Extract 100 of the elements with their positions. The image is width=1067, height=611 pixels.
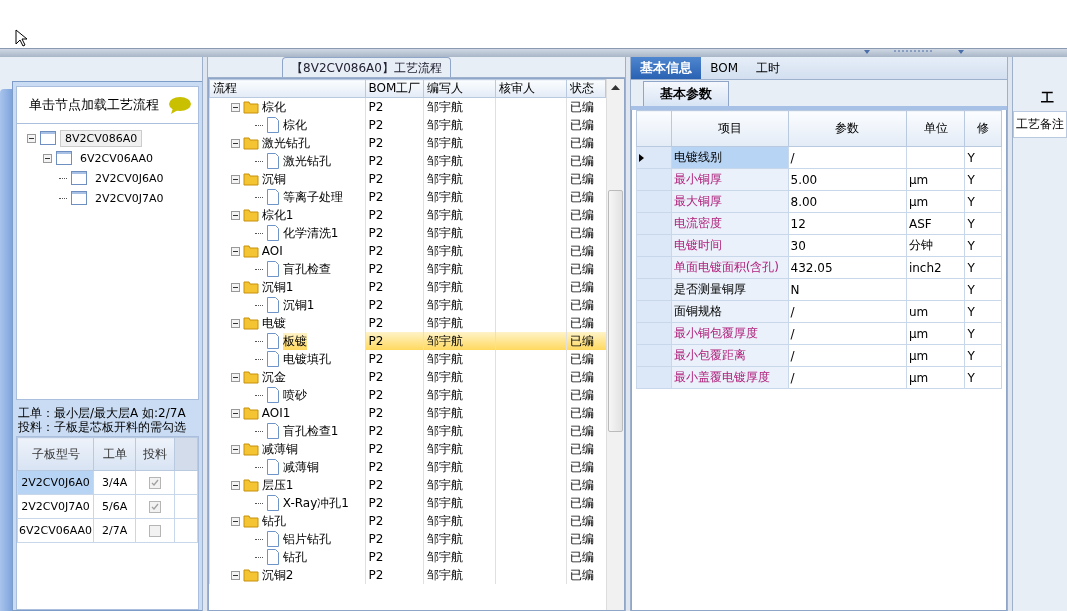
collapse-icon[interactable]	[230, 516, 240, 526]
checkbox[interactable]	[149, 501, 161, 513]
process-step[interactable]: 棕化	[282, 116, 307, 134]
table-cell: 已编	[566, 386, 606, 404]
column-header[interactable]: 单位	[906, 110, 965, 147]
process-step[interactable]: 钻孔	[261, 512, 286, 530]
table-cell: /	[788, 366, 907, 389]
table-cell: P2	[365, 440, 424, 458]
table-cell: μm	[906, 190, 965, 213]
process-step[interactable]: 沉铜1	[282, 296, 315, 314]
process-step[interactable]: 盲孔检查1	[282, 422, 339, 440]
table-cell: 邹宇航	[423, 350, 496, 368]
process-step[interactable]: 钻孔	[282, 548, 307, 566]
table-cell: μm	[906, 168, 965, 191]
table-cell: 2/7A	[93, 518, 136, 543]
checkbox[interactable]	[149, 477, 161, 489]
process-step[interactable]: 激光钻孔	[261, 134, 310, 152]
collapse-icon[interactable]	[230, 372, 240, 382]
document-icon	[265, 531, 280, 547]
process-step[interactable]: 层压1	[261, 476, 294, 494]
table-cell: Y	[964, 190, 1002, 213]
process-step[interactable]: 等离子处理	[282, 188, 343, 206]
tab[interactable]: 基本信息	[631, 57, 702, 79]
checkbox[interactable]	[149, 525, 161, 537]
table-cell: P2	[365, 242, 424, 260]
table-cell: P2	[365, 368, 424, 386]
column-header[interactable]: 修	[964, 110, 1002, 147]
subtab[interactable]: 基本参数	[643, 81, 730, 106]
process-step[interactable]: 铝片钻孔	[282, 530, 331, 548]
process-step[interactable]: 电镀	[261, 314, 286, 332]
table-cell[interactable]: 2V2CV0J6A0	[17, 470, 94, 495]
table-cell: /	[788, 344, 907, 367]
tab[interactable]: 工	[1041, 89, 1054, 107]
process-step[interactable]: 激光钻孔	[282, 152, 331, 170]
collapse-icon[interactable]	[230, 318, 240, 328]
column-header[interactable]: 编写人	[423, 79, 496, 98]
scrollbar[interactable]	[606, 79, 625, 610]
collapse-icon[interactable]	[230, 102, 240, 112]
tab[interactable]: BOM	[701, 57, 748, 79]
process-step[interactable]: 减薄铜	[261, 440, 298, 458]
collapse-icon[interactable]	[230, 570, 240, 580]
collapse-icon[interactable]	[230, 282, 240, 292]
item-label: 单面电镀面积(含孔)	[673, 260, 780, 274]
collapse-icon[interactable]	[230, 444, 240, 454]
table-cell: inch2	[906, 256, 965, 279]
process-step[interactable]: AOI	[261, 244, 283, 258]
process-step[interactable]: 棕化	[261, 98, 286, 116]
column-header[interactable]: 项目	[671, 110, 789, 147]
process-step[interactable]: 减薄铜	[282, 458, 319, 476]
table-cell	[906, 278, 965, 301]
collapse-icon[interactable]	[230, 246, 240, 256]
collapse-icon[interactable]	[230, 408, 240, 418]
table-cell: P2	[365, 566, 424, 584]
folder-icon	[242, 514, 259, 528]
document-icon	[265, 261, 280, 277]
table-cell: 邹宇航	[423, 530, 496, 548]
process-step[interactable]: 沉铜1	[261, 278, 294, 296]
table-cell: 邹宇航	[423, 512, 496, 530]
process-step[interactable]: 沉铜2	[261, 566, 294, 584]
tab[interactable]: 工时	[747, 57, 790, 79]
column-header[interactable]: 子板型号	[17, 437, 94, 471]
column-header[interactable]: 核审人	[495, 79, 567, 98]
scroll-up-icon[interactable]	[611, 84, 621, 90]
speech-bubble-icon	[167, 96, 192, 114]
table-cell[interactable]: 2V2CV0J7A0	[17, 494, 94, 519]
table-cell: 已编	[566, 206, 606, 224]
process-step[interactable]: 棕化1	[261, 206, 294, 224]
table-cell[interactable]: 6V2CV06AA0	[17, 518, 94, 543]
tree-node[interactable]: 2V2CV0J7A0	[91, 190, 168, 206]
document-icon	[265, 189, 280, 205]
collapse-icon[interactable]	[230, 210, 240, 220]
process-step[interactable]: 电镀填孔	[282, 350, 331, 368]
process-step[interactable]: 沉金	[261, 368, 286, 386]
process-step[interactable]: AOI1	[261, 406, 291, 420]
tree-node[interactable]: 6V2CV06AA0	[76, 150, 158, 166]
column-header[interactable]: 投料	[135, 437, 175, 471]
process-step[interactable]: 化学清洗1	[282, 224, 339, 242]
collapse-icon[interactable]	[230, 138, 240, 148]
table-cell: Y	[964, 212, 1002, 235]
column-header[interactable]: 工单	[93, 437, 136, 471]
process-step[interactable]: 板镀	[282, 332, 307, 350]
process-step[interactable]: 沉铜	[261, 170, 286, 188]
table-cell: P2	[365, 224, 424, 242]
collapse-icon[interactable]	[230, 174, 240, 184]
splitter-handle-icon[interactable]	[863, 49, 964, 55]
collapse-icon[interactable]	[230, 480, 240, 490]
window-icon	[71, 191, 87, 205]
document-icon	[265, 387, 280, 403]
tree-node[interactable]: 2V2CV0J6A0	[91, 170, 168, 186]
tree-node[interactable]: 8V2CV086A0	[60, 129, 143, 147]
collapse-icon[interactable]	[43, 153, 52, 163]
collapse-icon[interactable]	[27, 133, 36, 143]
column-header[interactable]: 流程	[209, 79, 366, 98]
column-header[interactable]: 参数	[788, 110, 907, 147]
process-step[interactable]: 盲孔检查	[282, 260, 331, 278]
document-icon	[265, 297, 280, 313]
column-header[interactable]: 状态	[566, 79, 606, 98]
process-step[interactable]: 喷砂	[282, 386, 307, 404]
column-header[interactable]: BOM工厂	[365, 79, 424, 98]
process-step[interactable]: X-Ray冲孔1	[282, 494, 349, 512]
